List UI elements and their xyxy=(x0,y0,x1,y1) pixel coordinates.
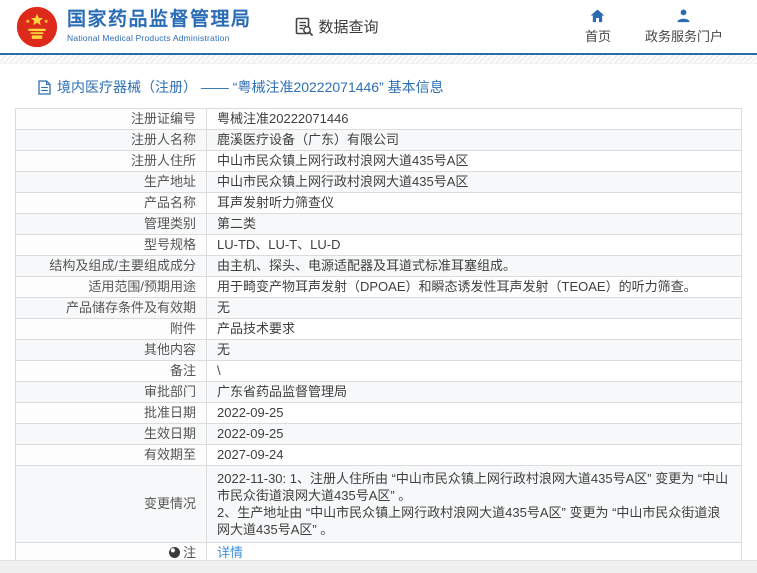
row-label: 产品储存条件及有效期 xyxy=(15,297,207,319)
row-value: 广东省药品监督管理局 xyxy=(206,381,742,403)
row-label: 生产地址 xyxy=(15,171,207,193)
header-nav: 首页 政务服务门户 xyxy=(584,8,741,45)
row-label: 注册人名称 xyxy=(15,129,207,151)
table-row: 产品名称 耳声发射听力筛查仪 xyxy=(15,192,742,214)
row-value: 由主机、探头、电源适配器及耳道式标准耳塞组成。 xyxy=(206,255,742,277)
table-row: 型号规格 LU-TD、LU-T、LU-D xyxy=(15,234,742,256)
table-row: 管理类别 第二类 xyxy=(15,213,742,235)
row-label: 管理类别 xyxy=(15,213,207,235)
row-label: 注册证编号 xyxy=(15,108,207,130)
row-value: 鹿溪医疗设备（广东）有限公司 xyxy=(206,129,742,151)
table-row: 生效日期 2022-09-25 xyxy=(15,423,742,445)
row-label: 型号规格 xyxy=(15,234,207,256)
table-row: 结构及组成/主要组成成分 由主机、探头、电源适配器及耳道式标准耳塞组成。 xyxy=(15,255,742,277)
nmpa-logo[interactable]: 国家药品监督管理局 National Medical Products Admi… xyxy=(16,6,252,48)
document-icon xyxy=(38,79,51,95)
row-value: 2022-09-25 xyxy=(206,423,742,445)
row-label: 审批部门 xyxy=(15,381,207,403)
row-label: 有效期至 xyxy=(15,444,207,466)
nav-gov-portal-label: 政务服务门户 xyxy=(644,28,723,44)
row-label: 产品名称 xyxy=(15,192,207,214)
table-row: 批准日期 2022-09-25 xyxy=(15,402,742,424)
table-row: 产品储存条件及有效期 无 xyxy=(15,297,742,319)
row-label: 批准日期 xyxy=(15,402,207,424)
row-value: 2022-09-25 xyxy=(206,402,742,424)
data-query-button[interactable]: 数据查询 xyxy=(294,16,379,37)
user-icon xyxy=(677,8,691,22)
table-row: 变更情况 2022-11-30: 1、注册人住所由 “中山市民众镇上网行政村浪网… xyxy=(15,465,742,543)
info-table-body: 注册证编号 粤械注准20222071446 注册人名称 鹿溪医疗设备（广东）有限… xyxy=(15,108,742,564)
row-value: 中山市民众镇上网行政村浪网大道435号A区 xyxy=(206,150,742,172)
hatch-strip xyxy=(0,55,757,64)
table-row: 适用范围/预期用途 用于畸变产物耳声发射（DPOAE）和瞬态诱发性耳声发射（TE… xyxy=(15,276,742,298)
table-row: 有效期至 2027-09-24 xyxy=(15,444,742,466)
row-value: 2022-11-30: 1、注册人住所由 “中山市民众镇上网行政村浪网大道435… xyxy=(206,465,742,543)
row-value: 无 xyxy=(206,297,742,319)
site-title-cn: 国家药品监督管理局 xyxy=(67,8,252,30)
home-icon xyxy=(591,8,605,22)
row-label: 适用范围/预期用途 xyxy=(15,276,207,298)
row-value: 2027-09-24 xyxy=(206,444,742,466)
row-label: 变更情况 xyxy=(15,465,207,543)
table-row: 备注 \ xyxy=(15,360,742,382)
table-row: 注册人名称 鹿溪医疗设备（广东）有限公司 xyxy=(15,129,742,151)
nav-home[interactable]: 首页 xyxy=(584,8,611,45)
logo-text: 国家药品监督管理局 National Medical Products Admi… xyxy=(67,8,252,44)
site-title-en: National Medical Products Administration xyxy=(67,33,230,44)
row-label: 附件 xyxy=(15,318,207,340)
breadcrumb: 境内医疗器械（注册） —— “粤械注准20222071446” 基本信息 xyxy=(38,77,757,97)
row-value: 无 xyxy=(206,339,742,361)
table-row: 生产地址 中山市民众镇上网行政村浪网大道435号A区 xyxy=(15,171,742,193)
row-value: 第二类 xyxy=(206,213,742,235)
table-row: 附件 产品技术要求 xyxy=(15,318,742,340)
data-query-label: 数据查询 xyxy=(318,19,379,36)
row-label: 其他内容 xyxy=(15,339,207,361)
table-row: 注册人住所 中山市民众镇上网行政村浪网大道435号A区 xyxy=(15,150,742,172)
nav-home-label: 首页 xyxy=(584,28,611,44)
row-value: 产品技术要求 xyxy=(206,318,742,340)
site-header: 国家药品监督管理局 National Medical Products Admi… xyxy=(0,0,757,53)
details-link[interactable]: 详情 xyxy=(217,545,243,560)
breadcrumb-text: 境内医疗器械（注册） —— “粤械注准20222071446” 基本信息 xyxy=(57,79,444,95)
footer-strip xyxy=(0,560,757,573)
row-label: 备注 xyxy=(15,360,207,382)
row-label: 生效日期 xyxy=(15,423,207,445)
table-row: 其他内容 无 xyxy=(15,339,742,361)
national-emblem-icon xyxy=(16,6,58,47)
data-query-icon xyxy=(295,17,313,36)
row-value: LU-TD、LU-T、LU-D xyxy=(206,234,742,256)
nav-gov-portal[interactable]: 政务服务门户 xyxy=(644,8,723,45)
note-icon xyxy=(168,547,180,558)
row-value: 用于畸变产物耳声发射（DPOAE）和瞬态诱发性耳声发射（TEOAE）的听力筛查。 xyxy=(206,276,742,298)
row-value: \ xyxy=(206,360,742,382)
row-label: 结构及组成/主要组成成分 xyxy=(15,255,207,277)
table-row: 注册证编号 粤械注准20222071446 xyxy=(15,108,742,130)
table-row: 审批部门 广东省药品监督管理局 xyxy=(15,381,742,403)
registration-info-table: 注册证编号 粤械注准20222071446 注册人名称 鹿溪医疗设备（广东）有限… xyxy=(15,108,742,564)
row-value: 粤械注准20222071446 xyxy=(206,108,742,130)
row-value: 中山市民众镇上网行政村浪网大道435号A区 xyxy=(206,171,742,193)
row-label: 注册人住所 xyxy=(15,150,207,172)
row-value: 耳声发射听力筛查仪 xyxy=(206,192,742,214)
